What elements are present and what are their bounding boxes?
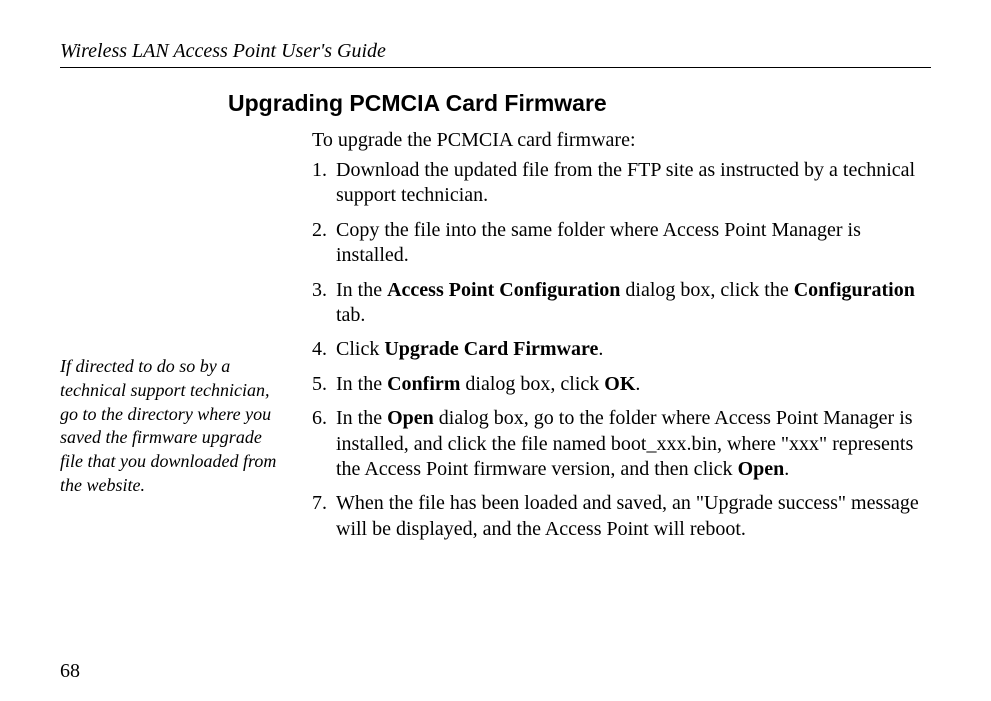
text-run: In the	[336, 407, 387, 429]
list-text: In the Confirm dialog box, click OK.	[336, 372, 929, 397]
list-number: 2.	[312, 218, 336, 269]
text-bold: Configuration	[794, 279, 915, 301]
list-number: 3.	[312, 278, 336, 329]
text-run: In the	[336, 279, 387, 301]
list-text: Click Upgrade Card Firmware.	[336, 337, 929, 362]
text-run: Click	[336, 338, 384, 360]
text-run: dialog box, click the	[620, 279, 793, 301]
text-run: .	[635, 373, 640, 395]
header-title: Wireless LAN Access Point User's Guide	[60, 40, 931, 63]
list-text: Download the updated file from the FTP s…	[336, 158, 929, 209]
list-text: In the Access Point Configuration dialog…	[336, 278, 929, 329]
sidenote: If directed to do so by a technical supp…	[60, 355, 285, 498]
list-number: 6.	[312, 406, 336, 482]
text-bold: Open	[738, 458, 785, 480]
text-run: In the	[336, 373, 387, 395]
list-number: 7.	[312, 491, 336, 542]
text-run: .	[784, 458, 789, 480]
list-item: 2. Copy the file into the same folder wh…	[312, 218, 929, 269]
text-run: Copy the file into the same folder where…	[336, 219, 861, 266]
text-run: Download the updated file from the FTP s…	[336, 159, 915, 206]
list-item: 7. When the file has been loaded and sav…	[312, 491, 929, 542]
text-bold: Confirm	[387, 373, 460, 395]
list-item: 3. In the Access Point Configuration dia…	[312, 278, 929, 329]
header: Wireless LAN Access Point User's Guide	[60, 40, 931, 68]
text-run: tab.	[336, 304, 365, 326]
text-bold: Upgrade Card Firmware	[384, 338, 598, 360]
text-bold: OK	[604, 373, 635, 395]
text-run: When the file has been loaded and saved,…	[336, 492, 919, 539]
list-text: In the Open dialog box, go to the folder…	[336, 406, 929, 482]
list-text: When the file has been loaded and saved,…	[336, 491, 929, 542]
list-text: Copy the file into the same folder where…	[336, 218, 929, 269]
text-bold: Open	[387, 407, 434, 429]
list-number: 4.	[312, 337, 336, 362]
steps-list: 1. Download the updated file from the FT…	[312, 158, 929, 551]
text-run: .	[598, 338, 603, 360]
list-number: 1.	[312, 158, 336, 209]
intro-text: To upgrade the PCMCIA card firmware:	[312, 129, 929, 152]
list-item: 5. In the Confirm dialog box, click OK.	[312, 372, 929, 397]
list-item: 1. Download the updated file from the FT…	[312, 158, 929, 209]
text-bold: Access Point Configuration	[387, 279, 620, 301]
list-item: 6. In the Open dialog box, go to the fol…	[312, 406, 929, 482]
text-run: dialog box, click	[460, 373, 604, 395]
list-item: 4. Click Upgrade Card Firmware.	[312, 337, 929, 362]
list-number: 5.	[312, 372, 336, 397]
page: Wireless LAN Access Point User's Guide U…	[0, 0, 991, 701]
page-number: 68	[60, 660, 80, 683]
main-heading: Upgrading PCMCIA Card Firmware	[228, 90, 607, 117]
